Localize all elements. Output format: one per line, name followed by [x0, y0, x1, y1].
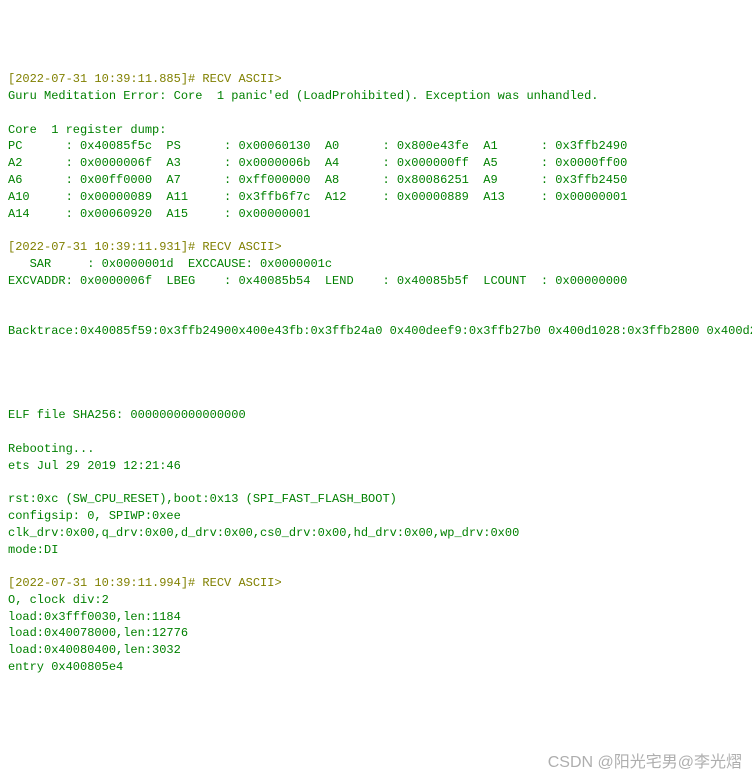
dump-header: Core 1 register dump:	[8, 123, 166, 137]
backtrace: Backtrace:0x40085f59:0x3ffb24900x400e43f…	[8, 324, 752, 338]
load-line: load:0x40080400,len:3032	[8, 643, 181, 657]
rst-line: rst:0xc (SW_CPU_RESET),boot:0x13 (SPI_FA…	[8, 492, 397, 506]
clock-div: O, clock div:2	[8, 593, 109, 607]
elf-sha: ELF file SHA256: 0000000000000000	[8, 408, 246, 422]
timestamp-2: [2022-07-31 10:39:11.931]# RECV ASCII>	[8, 240, 282, 254]
reg-line: A10 : 0x00000089 A11 : 0x3ffb6f7c A12 : …	[8, 190, 627, 204]
mode-line: mode:DI	[8, 543, 58, 557]
guru-error: Guru Meditation Error: Core 1 panic'ed (…	[8, 89, 599, 103]
cfg-line: configsip: 0, SPIWP:0xee	[8, 509, 181, 523]
timestamp-3: [2022-07-31 10:39:11.994]# RECV ASCII>	[8, 576, 282, 590]
rebooting: Rebooting...	[8, 442, 94, 456]
clk-line: clk_drv:0x00,q_drv:0x00,d_drv:0x00,cs0_d…	[8, 526, 519, 540]
reg-line: A14 : 0x00060920 A15 : 0x00000001	[8, 207, 310, 221]
timestamp-1: [2022-07-31 10:39:11.885]# RECV ASCII>	[8, 72, 282, 86]
sar-line: SAR : 0x0000001d EXCCAUSE: 0x0000001c	[8, 257, 332, 271]
load-line: load:0x3fff0030,len:1184	[8, 610, 181, 624]
reg-line: A2 : 0x0000006f A3 : 0x0000006b A4 : 0x0…	[8, 156, 627, 170]
watermark: CSDN @阳光宅男@李光熠	[548, 752, 742, 774]
excvaddr-line: EXCVADDR: 0x0000006f LBEG : 0x40085b54 L…	[8, 274, 627, 288]
entry-line: entry 0x400805e4	[8, 660, 123, 674]
load-line: load:0x40078000,len:12776	[8, 626, 188, 640]
reg-line: PC : 0x40085f5c PS : 0x00060130 A0 : 0x8…	[8, 139, 627, 153]
ets-line: ets Jul 29 2019 12:21:46	[8, 459, 181, 473]
reg-line: A6 : 0x00ff0000 A7 : 0xff000000 A8 : 0x8…	[8, 173, 627, 187]
